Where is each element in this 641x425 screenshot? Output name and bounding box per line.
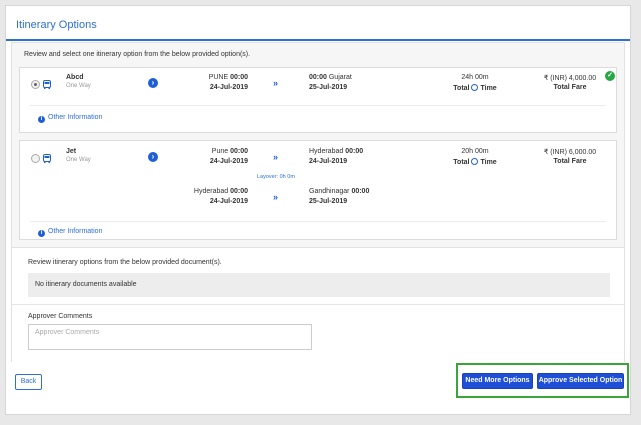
departure-date: 24-Jul-2019 (209, 84, 248, 91)
duration: 20h 00m (461, 148, 489, 155)
approve-selected-option-button[interactable]: Approve Selected Option (537, 373, 624, 389)
check-circle-icon: ✓ (605, 71, 615, 81)
arrival-time: 00:00 (309, 74, 327, 81)
duration: 24h 00m (461, 74, 489, 81)
time-label: Time (480, 85, 497, 92)
content-area: Review and select one itinerary option f… (11, 42, 625, 362)
departure: PUNE 00:00 (185, 74, 248, 81)
section-divider (12, 304, 624, 305)
total-time-label: Total (453, 159, 470, 166)
arrival-city: Gandhinagar (309, 188, 350, 195)
total-time: Total Time (440, 84, 510, 92)
option-type: One Way (66, 157, 91, 163)
arrival-city: Gujarat (328, 74, 352, 81)
bus-icon (43, 154, 51, 163)
comments-label: Approver Comments (28, 313, 93, 320)
itinerary-panel: Itinerary Options Review and select one … (5, 5, 631, 415)
departure-city: Hyderabad (193, 188, 229, 195)
option-card-jet[interactable]: Jet One Way › Pune 00:00 24-Jul-2019 » H… (19, 140, 617, 240)
arrival-date: 24-Jul-2019 (309, 158, 348, 165)
clock-icon (471, 158, 479, 165)
info-icon: i (38, 230, 45, 237)
arrow-right-circle-icon[interactable]: › (148, 78, 158, 88)
fare-label: Total Fare (553, 84, 587, 91)
arrival-time: 00:00 (345, 148, 364, 155)
back-button[interactable]: Back (15, 374, 42, 390)
title-divider (6, 39, 630, 41)
double-chevron-right-icon: » (273, 192, 278, 202)
option-radio-abcd[interactable] (31, 80, 40, 89)
departure-city: Pune (211, 148, 229, 155)
departure-date: 24-Jul-2019 (209, 158, 248, 165)
departure-time: 00:00 (230, 148, 248, 155)
departure: Pune 00:00 (185, 148, 248, 155)
arrival-date: 25-Jul-2019 (309, 198, 348, 205)
double-chevron-right-icon: » (273, 78, 278, 88)
arrow-right-circle-icon[interactable]: › (148, 152, 158, 162)
arrival-city: Hyderabad (309, 148, 344, 155)
option-radio-jet[interactable] (31, 154, 40, 163)
total-time-label: Total (453, 85, 470, 92)
departure-time: 00:00 (230, 74, 248, 81)
option-name: Jet (66, 148, 77, 155)
arrival-time: 00:00 (351, 188, 370, 195)
fare-label: Total Fare (553, 158, 587, 165)
option-card-abcd[interactable]: Abcd One Way › PUNE 00:00 24-Jul-2019 » … (19, 67, 617, 133)
double-chevron-right-icon: » (273, 152, 278, 162)
arrival: Gandhinagar 00:00 (309, 188, 369, 195)
arrival: 00:00 Gujarat (309, 74, 352, 81)
time-label: Time (480, 159, 497, 166)
departure-city: PUNE (208, 74, 229, 81)
info-icon: i (38, 116, 45, 123)
total-time: Total Time (440, 158, 510, 166)
option-type: One Way (66, 83, 91, 89)
other-information-link[interactable]: i Other Information (38, 114, 102, 123)
departure-time: 00:00 (230, 188, 248, 195)
clock-icon (471, 84, 479, 91)
card-divider (30, 105, 606, 106)
documents-heading: Review itinerary options from the below … (28, 259, 222, 266)
fare-amount: ₹ (INR) 4,000.00 (543, 75, 597, 82)
departure: Hyderabad 00:00 (185, 188, 248, 195)
option-name: Abcd (66, 74, 84, 81)
instructions-text: Review and select one itinerary option f… (24, 51, 251, 58)
other-information-label: Other Information (48, 114, 103, 121)
fare-amount: ₹ (INR) 6,000.00 (543, 149, 597, 156)
other-information-label: Other Information (48, 228, 103, 235)
review-section: Review itinerary options from the below … (12, 247, 624, 362)
page-title: Itinerary Options (16, 19, 97, 31)
card-divider (30, 221, 606, 222)
arrival: Hyderabad 00:00 (309, 148, 363, 155)
documents-box: No itinerary documents available (28, 273, 610, 297)
layover-text: Layover: 0h 0m (257, 174, 295, 180)
need-more-options-button[interactable]: Need More Options (462, 373, 533, 389)
bus-icon (43, 80, 51, 89)
approver-comments-input[interactable]: Approver Comments (28, 324, 312, 350)
no-documents-text: No itinerary documents available (35, 281, 137, 288)
other-information-link[interactable]: i Other Information (38, 228, 102, 237)
departure-date: 24-Jul-2019 (209, 198, 248, 205)
arrival-date: 25-Jul-2019 (309, 84, 348, 91)
